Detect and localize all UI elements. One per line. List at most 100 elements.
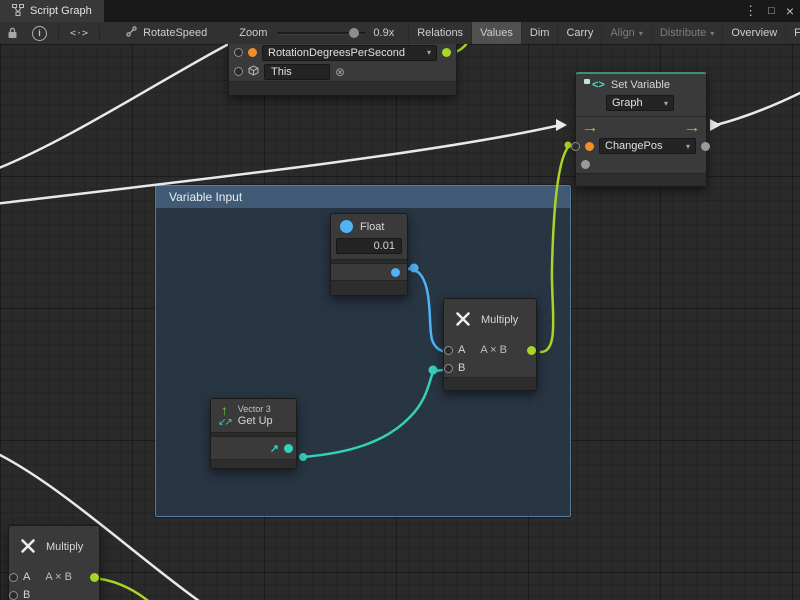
- values-button[interactable]: Values: [471, 22, 521, 44]
- port-a[interactable]: [444, 346, 453, 355]
- port-a-label: A: [23, 571, 30, 583]
- relations-button[interactable]: Relations: [408, 22, 471, 44]
- node-title: Multiply: [46, 541, 83, 553]
- node-header[interactable]: ↑ ↙↗ Vector 3 Get Up: [211, 399, 296, 432]
- toolbar-separator: [99, 26, 100, 40]
- group-title: Variable Input: [169, 190, 242, 204]
- graph-breadcrumb[interactable]: RotateSpeed: [126, 26, 207, 40]
- port-a-label: A: [458, 344, 465, 356]
- align-button[interactable]: Align ▾: [601, 22, 650, 44]
- port-result[interactable]: [527, 346, 536, 355]
- graph-name: RotateSpeed: [143, 27, 207, 39]
- zoom-label: Zoom: [239, 27, 267, 39]
- port-value-output[interactable]: [701, 142, 710, 151]
- port-result-label: A × B: [480, 344, 507, 356]
- node-footer: [211, 459, 296, 468]
- node-set-variable[interactable]: <> Set Variable Graph ▾ → → ChangePos ▾: [575, 72, 707, 187]
- variable-name-dropdown[interactable]: RotationDegreesPerSecond ▾: [262, 45, 437, 61]
- tab-script-graph[interactable]: Script Graph: [0, 0, 104, 22]
- node-footer: [331, 280, 407, 295]
- port-object-input[interactable]: [234, 67, 243, 76]
- output-port-row: [331, 264, 407, 280]
- node-float-literal[interactable]: Float 0.01: [330, 213, 408, 296]
- window-controls: ⋮ □ ×: [744, 0, 794, 22]
- node-get-up[interactable]: ↑ ↙↗ Vector 3 Get Up ↗: [210, 398, 297, 469]
- dropdown-arrow-icon: ▾: [427, 48, 431, 57]
- flow-out-arrow[interactable]: →: [683, 119, 701, 135]
- node-header[interactable]: <> Set Variable Graph ▾: [576, 74, 706, 117]
- output-port-row: ↗: [211, 437, 296, 459]
- object-field[interactable]: This: [264, 64, 330, 80]
- multiply-x-icon: [19, 537, 37, 558]
- dropdown-arrow-icon: ▾: [639, 29, 643, 38]
- graph-canvas[interactable]: Variable Input: [0, 44, 800, 600]
- multiply-x-icon: [454, 310, 472, 331]
- node-header[interactable]: Multiply: [9, 526, 99, 568]
- flow-arrowhead-right: [710, 119, 721, 131]
- script-graph-tab-icon: [12, 4, 24, 19]
- port-vector-output[interactable]: [284, 444, 293, 453]
- node-get-variable[interactable]: RotationDegreesPerSecond ▾ This ⊗: [228, 44, 457, 96]
- info-icon[interactable]: i: [25, 22, 54, 44]
- close-icon[interactable]: ×: [786, 3, 794, 19]
- flow-in-arrow[interactable]: →: [581, 119, 599, 135]
- variable-chip-icon: <>: [584, 79, 605, 91]
- port-a[interactable]: [9, 573, 18, 582]
- port-b-label: B: [458, 362, 465, 374]
- port-b[interactable]: [9, 591, 18, 600]
- zoom-value: 0.9x: [373, 27, 394, 39]
- wire-flow-white-topleft[interactable]: [0, 44, 240, 170]
- variable-name-dropdown[interactable]: ChangePos ▾: [599, 138, 696, 154]
- carry-button[interactable]: Carry: [557, 22, 601, 44]
- graph-toolbar: i <·> RotateSpeed Zoom 0.9x Relations Va…: [0, 22, 800, 45]
- maximize-icon[interactable]: □: [768, 5, 775, 17]
- node-multiply-bottom[interactable]: Multiply A A × B B: [8, 525, 100, 600]
- node-multiply[interactable]: Multiply A A × B B: [443, 298, 537, 391]
- wire-flow-white-from-setvariable[interactable]: [716, 90, 800, 125]
- graph-asset-icon: [126, 26, 137, 40]
- float-type-icon: [340, 220, 353, 233]
- up-arrow-icon: ↑: [221, 404, 228, 417]
- node-header[interactable]: Multiply: [444, 299, 536, 341]
- object-picker-icon[interactable]: ⊗: [335, 67, 345, 77]
- dim-button[interactable]: Dim: [521, 22, 558, 44]
- fullscreen-button[interactable]: Full Screen: [785, 22, 800, 44]
- variable-scope-dropdown[interactable]: Graph ▾: [606, 95, 674, 111]
- code-preview-icon[interactable]: <·>: [63, 22, 95, 44]
- overview-button[interactable]: Overview: [722, 22, 785, 44]
- dropdown-arrow-icon: ▾: [686, 142, 690, 151]
- dropdown-arrow-icon: ▾: [664, 99, 668, 108]
- lock-icon[interactable]: [0, 22, 25, 44]
- gameobject-cube-icon: [248, 65, 259, 79]
- group-header[interactable]: Variable Input: [156, 186, 570, 208]
- window-menu-icon[interactable]: ⋮: [744, 3, 757, 19]
- vector3-type-icon: ↙↗: [218, 417, 231, 428]
- tab-title: Script Graph: [30, 5, 92, 17]
- port-b[interactable]: [444, 364, 453, 373]
- float-value-field[interactable]: 0.01: [336, 238, 402, 254]
- node-header[interactable]: Float: [331, 214, 407, 235]
- node-title: Float: [360, 221, 384, 233]
- toolbar-separator: [58, 26, 59, 40]
- distribute-button[interactable]: Distribute ▾: [651, 22, 722, 44]
- port-input[interactable]: [234, 48, 243, 57]
- zoom-slider-thumb[interactable]: [349, 28, 359, 38]
- node-footer: [444, 377, 536, 390]
- node-title: Get Up: [238, 415, 273, 427]
- port-output-dot[interactable]: [581, 160, 590, 169]
- port-value-input[interactable]: [571, 142, 580, 151]
- node-footer: [576, 173, 706, 186]
- port-result[interactable]: [90, 573, 99, 582]
- variable-type-dot: [585, 142, 594, 151]
- flow-arrowhead-left: [556, 119, 567, 131]
- port-float-output[interactable]: [391, 268, 400, 277]
- port-b-label: B: [23, 589, 30, 600]
- zoom-slider[interactable]: [277, 22, 365, 44]
- node-type-label: Vector 3: [238, 404, 273, 414]
- port-value-output[interactable]: [442, 48, 451, 57]
- node-title: Multiply: [481, 314, 518, 326]
- vector3-port-icon: ↗: [270, 442, 279, 455]
- variable-type-dot: [248, 48, 257, 57]
- dropdown-arrow-icon: ▾: [710, 29, 714, 38]
- unity-script-graph-window: Script Graph ⋮ □ × i <·> RotateSpeed Zoo…: [0, 0, 800, 600]
